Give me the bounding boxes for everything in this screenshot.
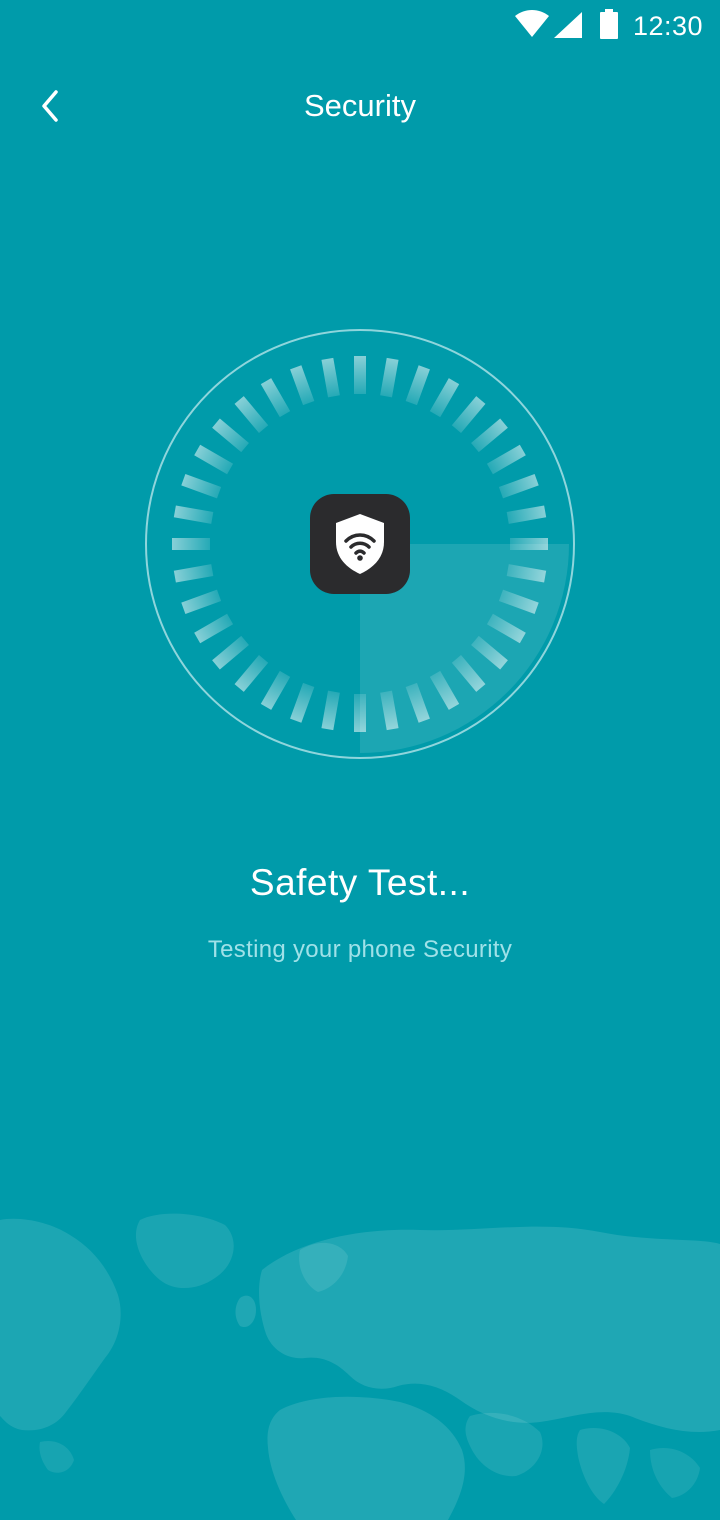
status-time: 12:30 [633,11,704,41]
status-bar: 12:30 [0,0,720,52]
dial-tick [194,444,234,475]
cellular-signal-icon [554,12,582,38]
dial-tick [173,505,214,524]
wifi-icon [515,10,549,37]
dial-tick [506,564,547,583]
dial-tick [212,635,249,670]
dial-tick [194,613,234,644]
dial-tick [380,357,399,398]
dial-tick [405,365,430,406]
dial-tick [290,365,315,406]
dial-tick [429,378,460,418]
dial-tick [181,474,222,499]
scan-status-subtitle: Testing your phone Security [207,936,513,963]
dial-tick [486,444,526,475]
dial-tick [506,505,547,524]
dial-tick [260,670,291,710]
dial-tick [471,418,508,453]
app-header: Security [0,62,720,150]
dial-tick [290,682,315,723]
dial-tick [321,690,340,731]
dial-tick [173,564,214,583]
dial-tick [234,655,269,692]
dial-tick [234,396,269,433]
dial-tick [181,589,222,614]
world-map-icon [0,1213,720,1520]
shield-wifi-icon [336,514,384,574]
dial-tick [451,396,486,433]
dial-tick [380,690,399,731]
dial-tick [212,418,249,453]
security-app-icon [310,494,410,594]
dial-tick [321,357,340,398]
battery-icon [600,9,618,39]
scan-status-title: Safety Test... [249,862,471,903]
page-title: Security [304,88,416,123]
dial-tick [260,378,291,418]
dial-tick [498,474,539,499]
